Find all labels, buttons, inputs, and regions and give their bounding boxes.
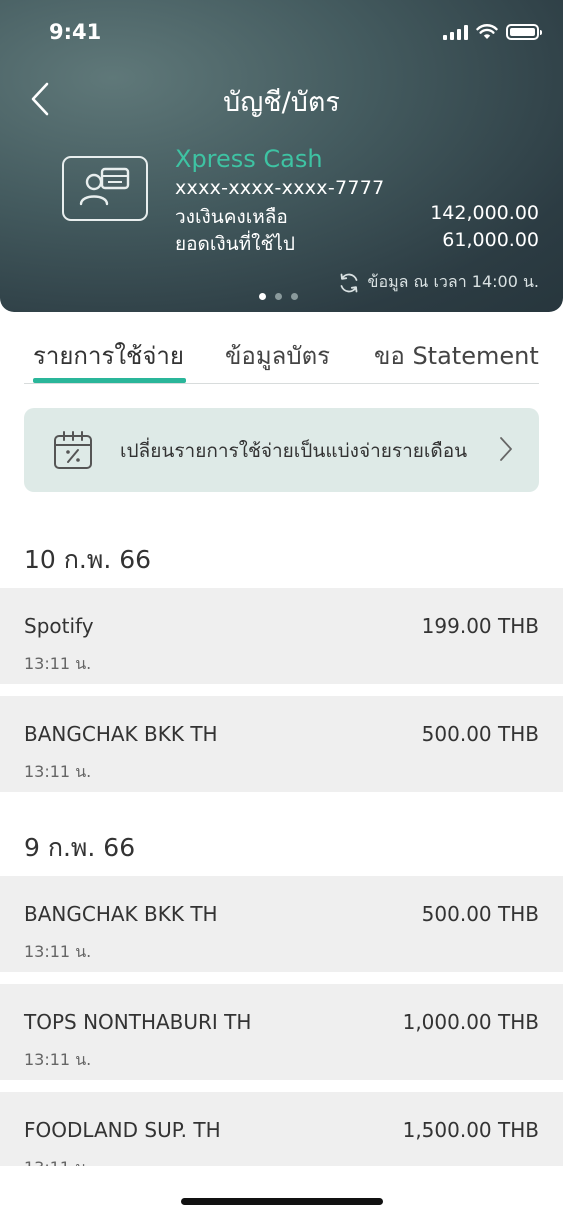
transaction-amount: 1,000.00 THB [402,1010,539,1034]
calendar-percent-icon [54,431,92,469]
battery-icon [506,24,542,40]
transaction-row[interactable]: BANGCHAK BKK TH 500.00 THB 13:11 น. [0,876,563,972]
id-card-icon [62,156,148,221]
account-header: 9:41 บัญชี/บัตร Xpress Cash xxxx-xxxx-xx… [0,0,563,312]
transaction-row[interactable]: BANGCHAK BKK TH 500.00 THB 13:11 น. [0,696,563,792]
carousel-dot[interactable] [259,293,266,300]
remaining-credit-label: วงเงินคงเหลือ [175,206,288,228]
tab-request-statement[interactable]: ขอ Statement [374,336,539,375]
transaction-amount: 500.00 THB [421,722,539,746]
home-indicator[interactable] [181,1198,383,1205]
transaction-row[interactable]: TOPS NONTHABURI TH 1,000.00 THB 13:11 น. [0,984,563,1080]
active-tab-indicator [33,378,186,383]
transaction-merchant: Spotify [24,614,94,638]
remaining-credit-value: 142,000.00 [430,202,539,224]
updated-text: ข้อมูล ณ เวลา 14:00 น. [367,272,539,291]
card-name: Xpress Cash [175,145,323,173]
spent-amount-label: ยอดเงินที่ใช้ไป [175,233,295,255]
tab-transactions[interactable]: รายการใช้จ่าย [33,336,184,375]
data-updated-status: ข้อมูล ณ เวลา 14:00 น. [338,270,539,295]
transaction-time: 13:11 น. [24,654,92,673]
status-icons [443,24,542,40]
carousel-dot[interactable] [291,293,298,300]
page-title: บัญชี/บัตร [223,87,340,118]
transaction-amount: 199.00 THB [421,614,539,638]
carousel-dot[interactable] [275,293,282,300]
transaction-merchant: BANGCHAK BKK TH [24,902,218,926]
transaction-time: 13:11 น. [24,942,92,961]
transaction-amount: 1,500.00 THB [402,1118,539,1142]
transaction-amount: 500.00 THB [421,902,539,926]
transaction-merchant: FOODLAND SUP. TH [24,1118,221,1142]
chevron-right-icon [500,437,512,461]
installment-banner-text: เปลี่ยนรายการใช้จ่ายเป็นแบ่งจ่ายรายเดือน [120,440,468,462]
transaction-merchant: BANGCHAK BKK TH [24,722,218,746]
tab-bar: รายการใช้จ่าย ข้อมูลบัตร ขอ Statement [24,336,539,384]
transaction-merchant: TOPS NONTHABURI TH [24,1010,252,1034]
wifi-icon [476,24,498,39]
date-header: 10 ก.พ. 66 [24,545,152,574]
card-number: xxxx-xxxx-xxxx-7777 [175,177,385,199]
transaction-time: 13:11 น. [24,1050,92,1069]
installment-banner[interactable]: เปลี่ยนรายการใช้จ่ายเป็นแบ่งจ่ายรายเดือน [24,408,539,492]
status-time: 9:41 [49,20,102,44]
refresh-icon[interactable] [338,272,360,294]
tab-card-info[interactable]: ข้อมูลบัตร [225,336,330,375]
bottom-safe-area [0,1166,563,1218]
transaction-row[interactable]: Spotify 199.00 THB 13:11 น. [0,588,563,684]
transaction-time: 13:11 น. [24,762,92,781]
spent-amount-value: 61,000.00 [442,229,539,251]
carousel-dots [259,293,298,300]
signal-icon [443,24,468,40]
date-header: 9 ก.พ. 66 [24,833,136,862]
